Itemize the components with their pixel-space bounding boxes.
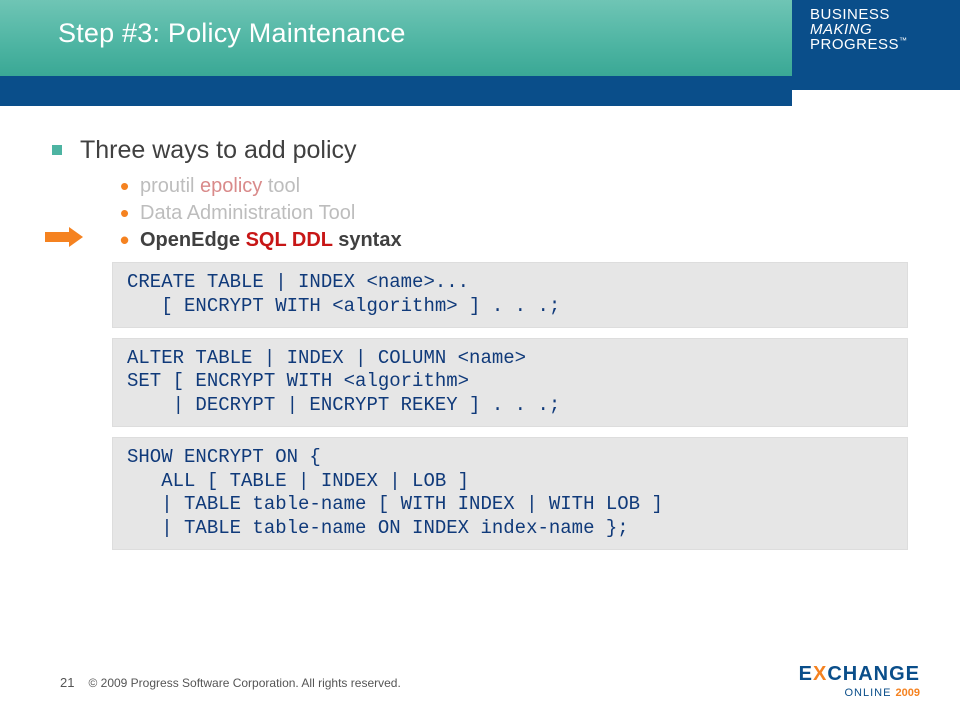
logo-line-3: PROGRESS™ — [810, 36, 948, 53]
brand-logo: BUSINESS MAKING PROGRESS™ — [792, 0, 960, 90]
slide-footer: 21 © 2009 Progress Software Corporation.… — [0, 664, 960, 700]
bullet-item-sql-ddl: OpenEdge SQL DDL syntax — [120, 229, 908, 252]
code-line: SET [ ENCRYPT WITH <algorithm> — [127, 370, 893, 394]
bullet-text-pre: proutil — [140, 175, 200, 197]
code-line: | TABLE table-name ON INDEX index-name }… — [127, 517, 893, 541]
trademark-symbol: ™ — [899, 36, 908, 45]
bullet-item-data-admin: Data Administration Tool — [120, 202, 908, 225]
code-line: SHOW ENCRYPT ON { — [127, 446, 893, 470]
code-block-show: SHOW ENCRYPT ON { ALL [ TABLE | INDEX | … — [112, 437, 908, 550]
footer-logo-sub: ONLINE 2009 — [799, 684, 920, 700]
bullet-text-post: syntax — [333, 229, 402, 251]
logo-line-3-text: PROGRESS — [810, 36, 899, 53]
footer-logo-x: X — [813, 663, 827, 685]
code-line: | TABLE table-name [ WITH INDEX | WITH L… — [127, 493, 893, 517]
slide-body: Three ways to add policy proutil epolicy… — [0, 106, 960, 550]
bullet-level-1: Three ways to add policy — [52, 136, 908, 165]
footer-logo-year: 2009 — [896, 687, 920, 699]
code-block-alter: ALTER TABLE | INDEX | COLUMN <name>SET [… — [112, 338, 908, 427]
bullet-text-post: tool — [262, 175, 300, 197]
slide-header: Step #3: Policy Maintenance BUSINESS MAK… — [0, 0, 960, 76]
code-line: [ ENCRYPT WITH <algorithm> ] . . .; — [127, 295, 893, 319]
bullet-text-highlight: SQL DDL — [246, 229, 333, 251]
footer-logo-main: EXCHANGE — [799, 664, 920, 684]
code-line: CREATE TABLE | INDEX <name>... — [127, 271, 893, 295]
arrow-callout-icon — [45, 227, 83, 247]
copyright-text: © 2009 Progress Software Corporation. Al… — [88, 676, 400, 700]
bullet-text-pre: OpenEdge — [140, 229, 246, 251]
sub-header-bar — [0, 76, 792, 106]
bullet-item-proutil: proutil epolicy tool — [120, 175, 908, 198]
code-line: ALL [ TABLE | INDEX | LOB ] — [127, 470, 893, 494]
slide-title: Step #3: Policy Maintenance — [58, 18, 406, 49]
footer-logo: EXCHANGE ONLINE 2009 — [799, 664, 920, 700]
footer-logo-sub-text: ONLINE — [845, 687, 896, 699]
code-line: ALTER TABLE | INDEX | COLUMN <name> — [127, 347, 893, 371]
code-line: | DECRYPT | ENCRYPT REKEY ] . . .; — [127, 394, 893, 418]
code-block-create: CREATE TABLE | INDEX <name>... [ ENCRYPT… — [112, 262, 908, 328]
bullet-text-highlight: epolicy — [200, 175, 262, 197]
page-number: 21 — [60, 675, 88, 700]
